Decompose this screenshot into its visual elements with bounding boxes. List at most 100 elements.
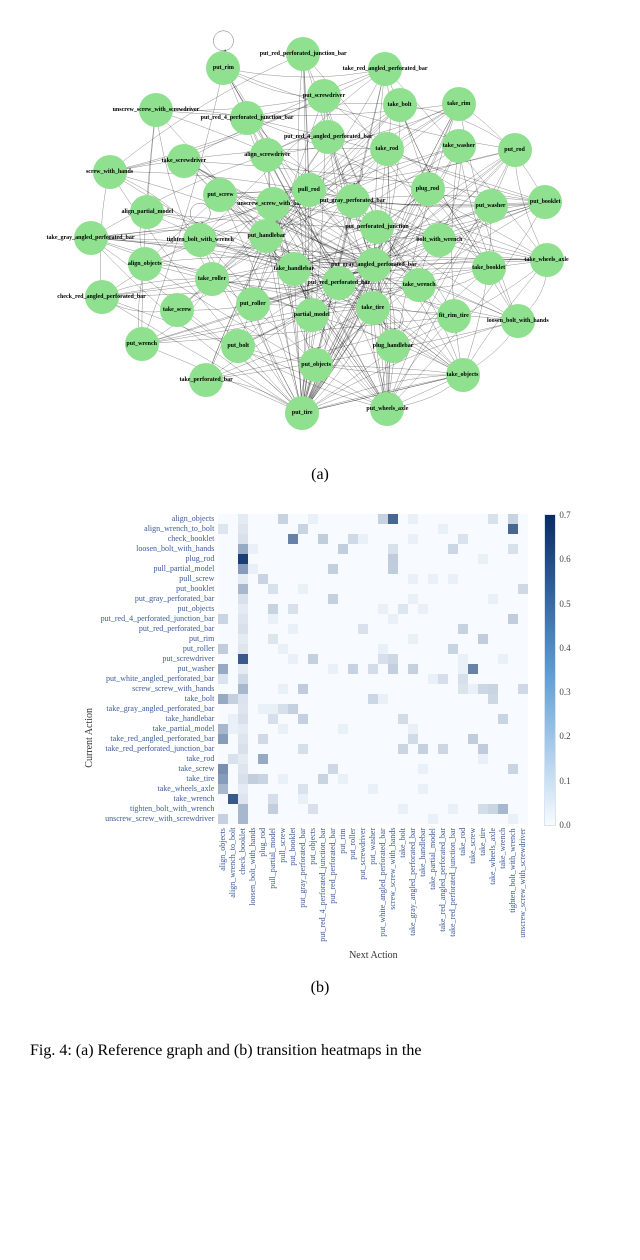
heatmap-cell	[458, 584, 468, 594]
heatmap-cell	[328, 544, 338, 554]
heatmap-cell	[488, 644, 498, 654]
heatmap-cell	[288, 554, 298, 564]
heatmap-cell	[258, 774, 268, 784]
heatmap-cell	[218, 764, 228, 774]
heatmap-cell	[418, 684, 428, 694]
heatmap-cell	[448, 604, 458, 614]
heatmap-row-label: unscrew_screw_with_screwdriver	[105, 814, 214, 824]
heatmap-cell	[338, 544, 348, 554]
heatmap-cell	[338, 564, 348, 574]
heatmap-cell	[418, 594, 428, 604]
heatmap-cell	[408, 664, 418, 674]
heatmap-cell	[358, 594, 368, 604]
heatmap-cell	[258, 564, 268, 574]
heatmap-cell	[488, 714, 498, 724]
heatmap-cell	[398, 534, 408, 544]
heatmap-cell	[288, 784, 298, 794]
heatmap-cell	[368, 664, 378, 674]
heatmap-cell	[348, 714, 358, 724]
heatmap-cell	[268, 714, 278, 724]
heatmap-cell	[268, 544, 278, 554]
heatmap-cell	[308, 654, 318, 664]
heatmap-cell	[448, 664, 458, 674]
heatmap-cell	[388, 594, 398, 604]
heatmap-cell	[388, 574, 398, 584]
heatmap-cell	[288, 584, 298, 594]
heatmap-cell	[218, 734, 228, 744]
heatmap-cell	[228, 614, 238, 624]
heatmap-cell	[418, 674, 428, 684]
figure-caption: Fig. 4: (a) Reference graph and (b) tran…	[0, 1027, 640, 1060]
heatmap-cell	[378, 744, 388, 754]
heatmap-cell	[288, 604, 298, 614]
heatmap-cell	[358, 814, 368, 824]
heatmap-cell	[348, 734, 358, 744]
heatmap-cell	[448, 644, 458, 654]
heatmap-cell	[498, 544, 508, 554]
heatmap-cell	[228, 564, 238, 574]
heatmap-cell	[408, 724, 418, 734]
heatmap-cell	[508, 794, 518, 804]
heatmap-cell	[338, 514, 348, 524]
heatmap-cell	[398, 734, 408, 744]
heatmap-cell	[478, 714, 488, 724]
heatmap-cell	[488, 734, 498, 744]
heatmap-cell	[368, 534, 378, 544]
heatmap-cell	[398, 794, 408, 804]
heatmap-cell	[258, 724, 268, 734]
heatmap-cell	[388, 654, 398, 664]
colorbar-tick: 0.4	[559, 643, 570, 653]
heatmap-cell	[398, 634, 408, 644]
heatmap-cell	[408, 684, 418, 694]
heatmap-cell	[258, 554, 268, 564]
heatmap-cell	[218, 644, 228, 654]
heatmap-cell	[458, 674, 468, 684]
heatmap-cell	[428, 694, 438, 704]
heatmap-cell	[388, 614, 398, 624]
heatmap-cell	[268, 664, 278, 674]
heatmap-cell	[468, 584, 478, 594]
heatmap-cell	[268, 774, 278, 784]
heatmap-cell	[378, 594, 388, 604]
heatmap-cell	[318, 764, 328, 774]
heatmap-cell	[438, 794, 448, 804]
heatmap-cell	[408, 814, 418, 824]
heatmap-cell	[438, 744, 448, 754]
heatmap-cell	[478, 664, 488, 674]
heatmap-cell	[378, 514, 388, 524]
heatmap-cell	[418, 664, 428, 674]
heatmap-cell	[408, 804, 418, 814]
heatmap-cell	[368, 774, 378, 784]
heatmap-cell	[298, 734, 308, 744]
heatmap-cell	[518, 794, 528, 804]
heatmap-cell	[358, 544, 368, 554]
heatmap-cell	[308, 534, 318, 544]
heatmap-cell	[498, 724, 508, 734]
heatmap-cell	[398, 574, 408, 584]
heatmap-cell	[318, 534, 328, 544]
heatmap-row-label: put_booklet	[176, 584, 214, 594]
graph-node	[139, 93, 173, 127]
heatmap-cell	[408, 524, 418, 534]
heatmap-cell	[298, 554, 308, 564]
heatmap-cell	[258, 734, 268, 744]
heatmap-cell	[258, 764, 268, 774]
heatmap-cell	[338, 794, 348, 804]
heatmap-col-label: tighten_bolt_with_wrench	[508, 828, 518, 942]
heatmap-cell	[398, 704, 408, 714]
heatmap-cell	[318, 654, 328, 664]
heatmap-cell	[338, 524, 348, 534]
heatmap-cell	[258, 624, 268, 634]
heatmap-cell	[498, 564, 508, 574]
heatmap-cell	[478, 644, 488, 654]
heatmap-cell	[348, 554, 358, 564]
heatmap-cell	[238, 814, 248, 824]
heatmap-cell	[518, 564, 528, 574]
heatmap-cell	[238, 594, 248, 604]
heatmap-row-label: put_roller	[183, 644, 215, 654]
heatmap-cell	[318, 624, 328, 634]
heatmap-cell	[218, 524, 228, 534]
graph-node	[256, 187, 290, 221]
heatmap-cell	[368, 694, 378, 704]
heatmap-cell	[368, 604, 378, 614]
